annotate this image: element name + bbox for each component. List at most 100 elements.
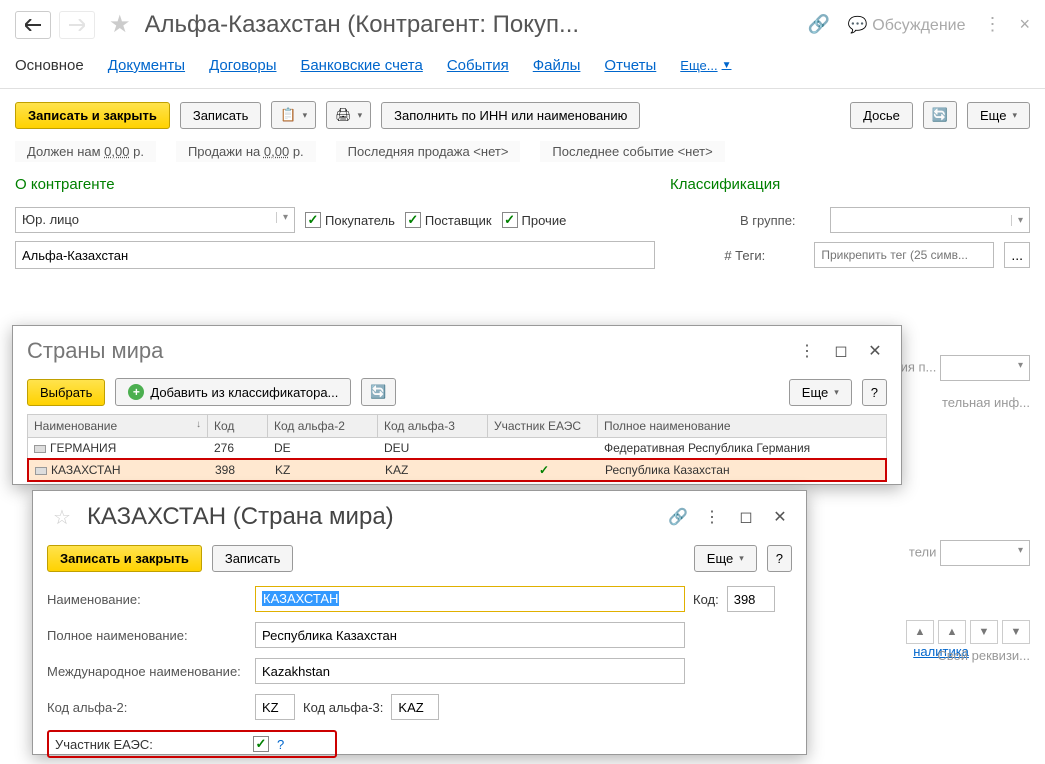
tags-input[interactable]: [814, 242, 994, 268]
country-kebab-icon[interactable]: ⋮: [700, 505, 724, 529]
link-icon[interactable]: 🔗: [807, 14, 829, 35]
countries-close-icon[interactable]: ✕: [863, 339, 887, 363]
ghost-additional-info: тельная инф...: [942, 395, 1030, 410]
country-more-button[interactable]: Еще▾: [694, 545, 757, 572]
tab-documents[interactable]: Документы: [108, 57, 185, 74]
buyer-checkbox[interactable]: ✓Покупатель: [305, 212, 395, 228]
discussion-icon[interactable]: 💬 Обсуждение: [848, 15, 966, 35]
country-full-name-input[interactable]: [255, 622, 685, 648]
tab-bar: Основное Документы Договоры Банковские с…: [0, 49, 1045, 89]
country-intl-name-input[interactable]: [255, 658, 685, 684]
copy-dropdown-button[interactable]: 📋▾: [271, 101, 316, 129]
ghost-indicators-field: тели: [909, 540, 1030, 566]
ghost-own-requisite: Свой реквизи...: [937, 648, 1030, 663]
table-row-selected[interactable]: КАЗАХСТАН 398 KZ KAZ ✓ Республика Казахс…: [27, 458, 887, 482]
tab-more[interactable]: Еще... ▼: [680, 58, 731, 73]
countries-table: Наименование↓ Код Код альфа-2 Код альфа-…: [27, 414, 887, 482]
section-about-title: О контрагенте: [15, 176, 650, 193]
tab-files[interactable]: Файлы: [533, 57, 581, 74]
group-select[interactable]: [830, 207, 1030, 233]
col-eaec[interactable]: Участник ЕАЭС: [488, 415, 598, 437]
countries-more-button[interactable]: Еще▾: [789, 379, 852, 406]
kebab-menu-icon[interactable]: ⋮: [983, 14, 1001, 35]
eaec-checkbox[interactable]: ✓: [253, 736, 269, 752]
countries-refresh-button[interactable]: 🔄: [361, 378, 395, 406]
country-name-input[interactable]: КАЗАХСТАН: [255, 586, 685, 612]
tags-label: # Теги:: [724, 248, 804, 263]
status-bar: Должен нам 0,00 р. Продажи на 0,00 р. По…: [0, 137, 1045, 172]
ghost-nav-last[interactable]: ▼: [1002, 620, 1030, 644]
plus-icon: +: [128, 384, 144, 400]
other-checkbox[interactable]: ✓Прочие: [502, 212, 567, 228]
status-last-sale: Последняя продажа <нет>: [336, 141, 521, 162]
countries-maximize-icon[interactable]: ◻: [829, 339, 853, 363]
countries-select-button[interactable]: Выбрать: [27, 379, 105, 406]
nav-back-button[interactable]: [15, 11, 51, 39]
country-star-icon[interactable]: ☆: [53, 505, 71, 530]
save-button[interactable]: Записать: [180, 102, 262, 129]
fill-by-inn-button[interactable]: Заполнить по ИНН или наименованию: [381, 102, 640, 129]
intl-name-label: Международное наименование:: [47, 664, 247, 679]
status-owes: Должен нам 0,00 р.: [15, 141, 156, 162]
section-classification-title: Классификация: [670, 176, 1030, 193]
country-code-input[interactable]: [727, 586, 775, 612]
alpha3-input[interactable]: [391, 694, 439, 720]
col-full[interactable]: Полное наименование: [598, 415, 886, 437]
col-code[interactable]: Код: [208, 415, 268, 437]
col-name[interactable]: Наименование↓: [28, 415, 208, 437]
nav-forward-button[interactable]: [59, 11, 95, 39]
main-toolbar: Записать и закрыть Записать 📋▾ 🖨▾ Заполн…: [0, 89, 1045, 137]
full-name-label: Полное наименование:: [47, 628, 247, 643]
close-icon[interactable]: ×: [1019, 14, 1030, 35]
tags-more-button[interactable]: ...: [1004, 242, 1030, 268]
country-save-close-button[interactable]: Записать и закрыть: [47, 545, 202, 572]
favorite-star-icon[interactable]: ★: [109, 10, 131, 39]
status-sales: Продажи на 0,00 р.: [176, 141, 316, 162]
print-dropdown-button[interactable]: 🖨▾: [326, 101, 371, 129]
country-maximize-icon[interactable]: ◻: [734, 505, 758, 529]
countries-dialog: Страны мира ⋮ ◻ ✕ Выбрать + Добавить из …: [12, 325, 902, 485]
country-save-button[interactable]: Записать: [212, 545, 294, 572]
status-last-event: Последнее событие <нет>: [540, 141, 724, 162]
add-from-classifier-button[interactable]: + Добавить из классификатора...: [115, 378, 351, 406]
ghost-nav-down[interactable]: ▼: [970, 620, 998, 644]
ghost-nav-first[interactable]: ▲: [906, 620, 934, 644]
alpha2-input[interactable]: [255, 694, 295, 720]
save-and-close-button[interactable]: Записать и закрыть: [15, 102, 170, 129]
eaec-member-row: Участник ЕАЭС: ✓ ?: [47, 730, 337, 758]
tab-bank-accounts[interactable]: Банковские счета: [300, 57, 422, 74]
refresh-button[interactable]: 🔄: [923, 101, 957, 129]
countries-dialog-title: Страны мира: [27, 338, 785, 364]
table-row[interactable]: ГЕРМАНИЯ 276 DE DEU Федеративная Республ…: [28, 438, 886, 459]
page-title: Альфа-Казахстан (Контрагент: Покуп...: [145, 11, 580, 39]
alpha2-label: Код альфа-2:: [47, 700, 247, 715]
countries-help-button[interactable]: ?: [862, 379, 887, 406]
col-alpha3[interactable]: Код альфа-3: [378, 415, 488, 437]
tab-events[interactable]: События: [447, 57, 509, 74]
country-dialog: ☆ КАЗАХСТАН (Страна мира) 🔗 ⋮ ◻ ✕ Записа…: [32, 490, 807, 755]
tab-main[interactable]: Основное: [15, 57, 84, 74]
name-input[interactable]: [15, 241, 655, 269]
flag-icon: [34, 445, 46, 453]
col-alpha2[interactable]: Код альфа-2: [268, 415, 378, 437]
supplier-checkbox[interactable]: ✓Поставщик: [405, 212, 492, 228]
window-header: ★ Альфа-Казахстан (Контрагент: Покуп... …: [0, 0, 1045, 49]
alpha3-label: Код альфа-3:: [303, 700, 383, 715]
entity-type-select[interactable]: Юр. лицо: [15, 207, 295, 233]
eaec-help-icon[interactable]: ?: [277, 737, 284, 752]
group-label: В группе:: [740, 213, 820, 228]
name-label: Наименование:: [47, 592, 247, 607]
country-link-icon[interactable]: 🔗: [666, 505, 690, 529]
country-dialog-title: КАЗАХСТАН (Страна мира): [87, 503, 394, 531]
more-dropdown-button[interactable]: Еще▾: [967, 102, 1030, 129]
tab-contracts[interactable]: Договоры: [209, 57, 276, 74]
country-help-button[interactable]: ?: [767, 545, 792, 572]
flag-icon: [35, 467, 47, 475]
ghost-nav-up[interactable]: ▲: [938, 620, 966, 644]
country-close-icon[interactable]: ✕: [768, 505, 792, 529]
eaec-label: Участник ЕАЭС:: [55, 737, 245, 752]
tab-reports[interactable]: Отчеты: [604, 57, 656, 74]
countries-kebab-icon[interactable]: ⋮: [795, 339, 819, 363]
code-label: Код:: [693, 592, 719, 607]
dossier-button[interactable]: Досье: [850, 102, 913, 129]
